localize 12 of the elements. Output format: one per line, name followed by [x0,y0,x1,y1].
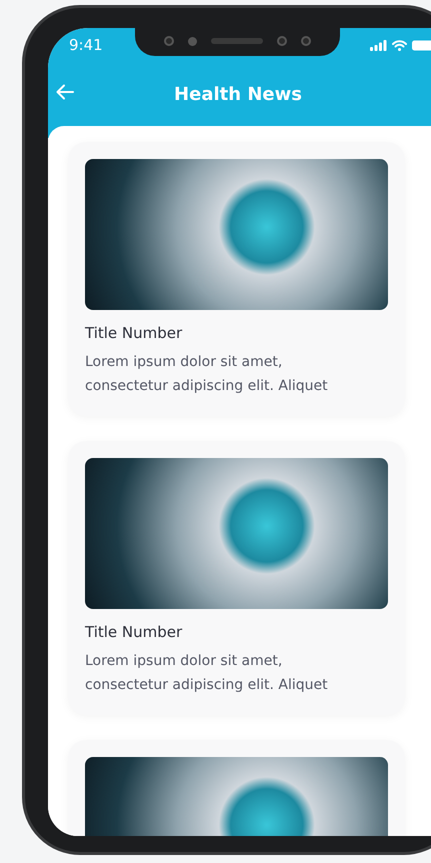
news-card[interactable]: Title Number Lorem ipsum dolor sit amet, consectetur adipiscing elit. Aliquet [68,441,405,715]
news-title: Title Number [85,623,184,641]
wifi-icon [392,40,407,51]
news-summary: Lorem ipsum dolor sit amet, consectetur adipiscing elit. Aliquet [85,652,329,695]
status-time: 9:41 [69,36,103,54]
news-summary: Lorem ipsum dolor sit amet, consectetur adipiscing elit. Aliquet [85,353,329,396]
screen-title: Health News [174,84,302,104]
back-arrow-icon [56,84,74,100]
battery-icon [412,40,431,51]
news-card[interactable]: Title Number Lorem ipsum dolor sit amet, consectetur adipiscing elit. Aliquet [68,142,405,416]
news-title: Title Number [85,324,184,342]
signal-icon [370,40,387,51]
